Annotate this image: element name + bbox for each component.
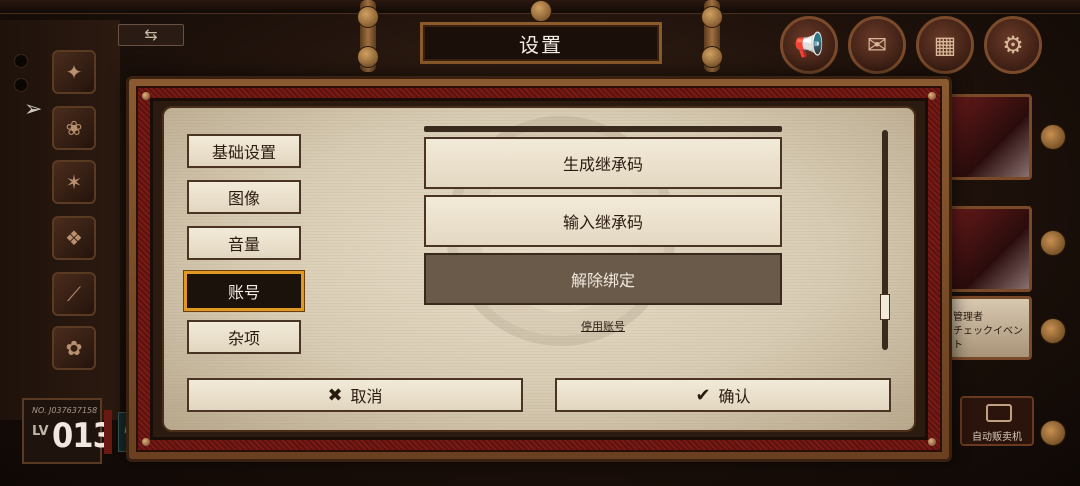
generate-code-button[interactable]: 生成继承码 xyxy=(424,137,782,189)
vending-label: 自动贩卖机 xyxy=(972,432,1022,443)
list-top-divider xyxy=(424,126,782,132)
input-code-button[interactable]: 输入继承码 xyxy=(424,195,782,247)
event-banner-line: チェックイベント xyxy=(953,326,1023,351)
confirm-label: 确认 xyxy=(718,387,751,406)
gear-decoration xyxy=(1040,420,1066,446)
event-banner-line: 管理者 xyxy=(953,312,983,323)
player-id: NO. J037637158 xyxy=(32,406,98,415)
feather-icon[interactable]: ✦ xyxy=(52,50,96,94)
player-level-plate[interactable]: NO. J037637158 LV 013 xyxy=(22,398,114,464)
tab-account[interactable]: 账号 xyxy=(184,271,304,311)
event-banner[interactable]: 管理者 チェックイベント xyxy=(944,296,1032,360)
pipe-valve xyxy=(701,6,723,28)
star-icon[interactable]: ✶ xyxy=(52,160,96,204)
dialog-title: 设置 xyxy=(420,22,662,64)
disable-account-link[interactable]: 停用账号 xyxy=(540,318,666,334)
tab-basic-settings[interactable]: 基础设置 xyxy=(187,134,301,168)
scrollbar-thumb[interactable] xyxy=(880,294,890,320)
rose-icon[interactable]: ❀ xyxy=(52,106,96,150)
gear-decoration xyxy=(1040,124,1066,150)
gear-decoration xyxy=(1040,230,1066,256)
bolt xyxy=(142,438,150,446)
weapon-icon[interactable]: ⟋ xyxy=(52,272,96,316)
bolt xyxy=(142,92,150,100)
close-icon: ✖ xyxy=(327,384,343,406)
tab-misc[interactable]: 杂项 xyxy=(187,320,301,354)
swap-icon[interactable]: ⇆ xyxy=(118,24,184,46)
navigate-icon[interactable]: ➢ xyxy=(24,98,48,122)
level-label: LV xyxy=(32,424,49,439)
bolt xyxy=(928,438,936,446)
shop-icon[interactable]: ▦ xyxy=(916,16,974,74)
crest-icon[interactable]: ❖ xyxy=(52,216,96,260)
megaphone-icon[interactable]: 📢 xyxy=(780,16,838,74)
gear-icon[interactable]: ⚙ xyxy=(984,16,1042,74)
exp-bar xyxy=(104,410,112,454)
pipe-valve xyxy=(701,46,723,68)
bolt xyxy=(928,92,936,100)
vending-machine-button[interactable]: 自动贩卖机 xyxy=(960,396,1034,446)
pipe-valve xyxy=(357,6,379,28)
vending-icon xyxy=(986,404,1012,422)
indicator-dot xyxy=(14,78,28,92)
pipe-valve xyxy=(357,46,379,68)
cancel-button[interactable]: ✖ 取消 xyxy=(187,378,523,412)
character-card[interactable] xyxy=(944,94,1032,180)
character-card[interactable] xyxy=(944,206,1032,292)
tab-volume[interactable]: 音量 xyxy=(187,226,301,260)
flower-icon[interactable]: ✿ xyxy=(52,326,96,370)
unbind-button[interactable]: 解除绑定 xyxy=(424,253,782,305)
confirm-button[interactable]: ✔ 确认 xyxy=(555,378,891,412)
indicator-dot xyxy=(14,54,28,68)
gear-decoration xyxy=(1040,318,1066,344)
mail-icon[interactable]: ✉ xyxy=(848,16,906,74)
pipe-valve xyxy=(530,0,552,22)
checkmark-icon: ✔ xyxy=(695,384,711,406)
cancel-label: 取消 xyxy=(350,387,383,406)
tab-graphics[interactable]: 图像 xyxy=(187,180,301,214)
